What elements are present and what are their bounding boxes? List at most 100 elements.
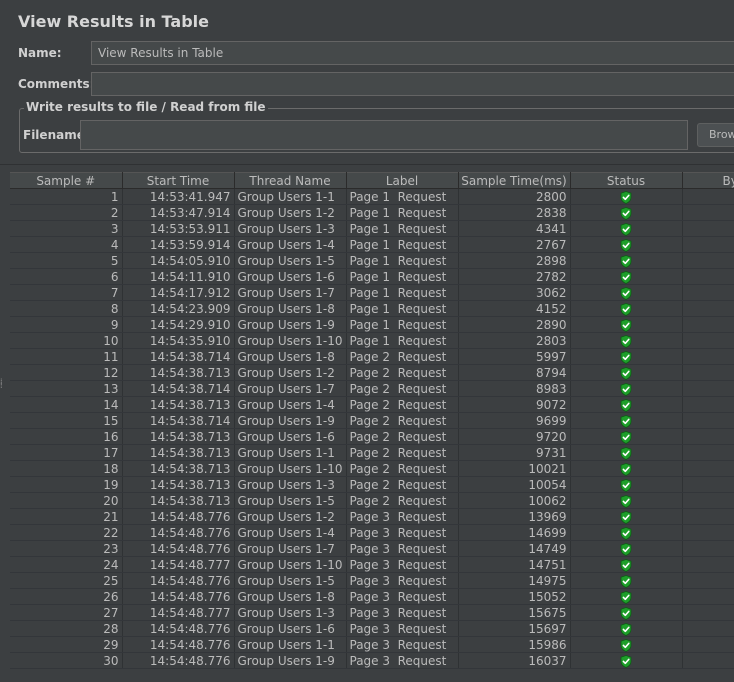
cell-sample-number: 12: [10, 364, 123, 381]
table-row[interactable]: 14 14:54:38.713 Group Users 1-4 Page 2 Requ…: [10, 396, 734, 413]
table-row[interactable]: 9 14:54:29.910 Group Users 1-9 Page 1 Reque…: [10, 316, 734, 333]
name-input[interactable]: View Results in Table: [91, 41, 734, 65]
cell-sample-time: 15052: [458, 588, 571, 605]
table-row[interactable]: 22 14:54:48.776 Group Users 1-4 Page 3 Requ…: [10, 524, 734, 541]
column-header-thread-name[interactable]: Thread Name: [234, 172, 347, 189]
cell-status: [570, 316, 683, 333]
cell-sample-number: 8: [10, 300, 123, 317]
cell-label: Page 1 Request: [346, 284, 459, 301]
table-row[interactable]: 16 14:54:38.713 Group Users 1-6 Page 2 Requ…: [10, 428, 734, 445]
column-header-sample[interactable]: Sample #: [10, 172, 123, 189]
cell-sample-time: 2767: [458, 236, 571, 253]
table-row[interactable]: 2 14:53:47.914 Group Users 1-2 Page 1 Reque…: [10, 204, 734, 221]
cell-sample-number: 25: [10, 572, 123, 589]
table-row[interactable]: 19 14:54:38.713 Group Users 1-3 Page 2 Requ…: [10, 476, 734, 493]
cell-sample-time: 2838: [458, 204, 571, 221]
filename-input[interactable]: [80, 120, 688, 150]
column-header-sample-time[interactable]: Sample Time(ms): [458, 172, 571, 189]
table-row[interactable]: 25 14:54:48.776 Group Users 1-5 Page 3 Requ…: [10, 572, 734, 589]
table-row[interactable]: 8 14:54:23.909 Group Users 1-8 Page 1 Reque…: [10, 300, 734, 317]
table-row[interactable]: 26 14:54:48.776 Group Users 1-8 Page 3 Requ…: [10, 588, 734, 605]
success-shield-icon: [620, 302, 632, 316]
cell-bytes: [682, 620, 734, 637]
table-row[interactable]: 24 14:54:48.777 Group Users 1-10 Page 3 Req…: [10, 556, 734, 573]
table-row[interactable]: 18 14:54:38.713 Group Users 1-10 Page 2 Req…: [10, 460, 734, 477]
cell-label: Page 3 Request: [346, 572, 459, 589]
success-shield-icon: [620, 398, 632, 412]
column-header-label[interactable]: Label: [346, 172, 459, 189]
browse-button[interactable]: Browse...: [697, 123, 734, 147]
table-row[interactable]: 13 14:54:38.714 Group Users 1-7 Page 2 Requ…: [10, 380, 734, 397]
table-row[interactable]: 6 14:54:11.910 Group Users 1-6 Page 1 Reque…: [10, 268, 734, 285]
cell-bytes: [682, 604, 734, 621]
cell-thread-name: Group Users 1-2: [234, 204, 347, 221]
column-header-bytes[interactable]: Bytes: [682, 172, 734, 189]
cell-thread-name: Group Users 1-5: [234, 572, 347, 589]
cell-bytes: [682, 492, 734, 509]
success-shield-icon: [620, 334, 632, 348]
success-shield-icon: [620, 414, 632, 428]
cell-label: Page 1 Request: [346, 332, 459, 349]
cell-sample-time: 9072: [458, 396, 571, 413]
file-panel-legend: Write results to file / Read from file: [24, 100, 268, 114]
cell-sample-time: 15986: [458, 636, 571, 653]
column-header-start-time[interactable]: Start Time: [122, 172, 235, 189]
table-row[interactable]: 28 14:54:48.776 Group Users 1-6 Page 3 Requ…: [10, 620, 734, 637]
cell-label: Page 1 Request: [346, 268, 459, 285]
table-row[interactable]: 15 14:54:38.714 Group Users 1-9 Page 2 Requ…: [10, 412, 734, 429]
success-shield-icon: [620, 270, 632, 284]
comments-input[interactable]: [91, 72, 734, 96]
split-pane-handle[interactable]: ⁞ ⁞: [0, 378, 6, 400]
cell-status: [570, 524, 683, 541]
cell-sample-time: 14699: [458, 524, 571, 541]
cell-status: [570, 460, 683, 477]
cell-bytes: [682, 268, 734, 285]
cell-start-time: 14:54:29.910: [122, 316, 235, 333]
table-row[interactable]: 12 14:54:38.713 Group Users 1-2 Page 2 Requ…: [10, 364, 734, 381]
table-row[interactable]: 30 14:54:48.776 Group Users 1-9 Page 3 Requ…: [10, 652, 734, 669]
table-row[interactable]: 7 14:54:17.912 Group Users 1-7 Page 1 Reque…: [10, 284, 734, 301]
cell-bytes: [682, 540, 734, 557]
cell-status: [570, 604, 683, 621]
table-row[interactable]: 10 14:54:35.910 Group Users 1-10 Page 1 Req…: [10, 332, 734, 349]
table-row[interactable]: 3 14:53:53.911 Group Users 1-3 Page 1 Reque…: [10, 220, 734, 237]
cell-sample-time: 9720: [458, 428, 571, 445]
cell-status: [570, 284, 683, 301]
table-row[interactable]: 21 14:54:48.776 Group Users 1-2 Page 3 Requ…: [10, 508, 734, 525]
column-header-status[interactable]: Status: [570, 172, 683, 189]
cell-label: Page 1 Request: [346, 316, 459, 333]
table-row[interactable]: 20 14:54:38.713 Group Users 1-5 Page 2 Requ…: [10, 492, 734, 509]
results-table-container[interactable]: Sample # Start Time Thread Name Label Sa…: [10, 172, 734, 682]
cell-start-time: 14:53:41.947: [122, 188, 235, 205]
success-shield-icon: [620, 510, 632, 524]
table-row[interactable]: 29 14:54:48.776 Group Users 1-1 Page 3 Requ…: [10, 636, 734, 653]
cell-sample-number: 28: [10, 620, 123, 637]
cell-label: Page 2 Request: [346, 348, 459, 365]
table-row[interactable]: 4 14:53:59.914 Group Users 1-4 Page 1 Reque…: [10, 236, 734, 253]
cell-start-time: 14:54:48.777: [122, 556, 235, 573]
table-row[interactable]: 1 14:53:41.947 Group Users 1-1 Page 1 Reque…: [10, 188, 734, 205]
cell-thread-name: Group Users 1-7: [234, 540, 347, 557]
cell-thread-name: Group Users 1-5: [234, 492, 347, 509]
cell-start-time: 14:53:59.914: [122, 236, 235, 253]
success-shield-icon: [620, 382, 632, 396]
cell-sample-number: 19: [10, 476, 123, 493]
table-row[interactable]: 11 14:54:38.714 Group Users 1-8 Page 2 Requ…: [10, 348, 734, 365]
cell-status: [570, 220, 683, 237]
cell-start-time: 14:54:48.776: [122, 636, 235, 653]
cell-bytes: [682, 476, 734, 493]
table-row[interactable]: 17 14:54:38.713 Group Users 1-1 Page 2 Requ…: [10, 444, 734, 461]
cell-label: Page 1 Request: [346, 204, 459, 221]
cell-sample-number: 20: [10, 492, 123, 509]
success-shield-icon: [620, 238, 632, 252]
success-shield-icon: [620, 462, 632, 476]
cell-thread-name: Group Users 1-4: [234, 236, 347, 253]
cell-bytes: [682, 572, 734, 589]
table-row[interactable]: 27 14:54:48.777 Group Users 1-3 Page 3 Requ…: [10, 604, 734, 621]
cell-thread-name: Group Users 1-2: [234, 508, 347, 525]
table-row[interactable]: 5 14:54:05.910 Group Users 1-5 Page 1 Reque…: [10, 252, 734, 269]
success-shield-icon: [620, 446, 632, 460]
section-divider: [0, 164, 734, 165]
cell-bytes: [682, 460, 734, 477]
table-row[interactable]: 23 14:54:48.776 Group Users 1-7 Page 3 Requ…: [10, 540, 734, 557]
